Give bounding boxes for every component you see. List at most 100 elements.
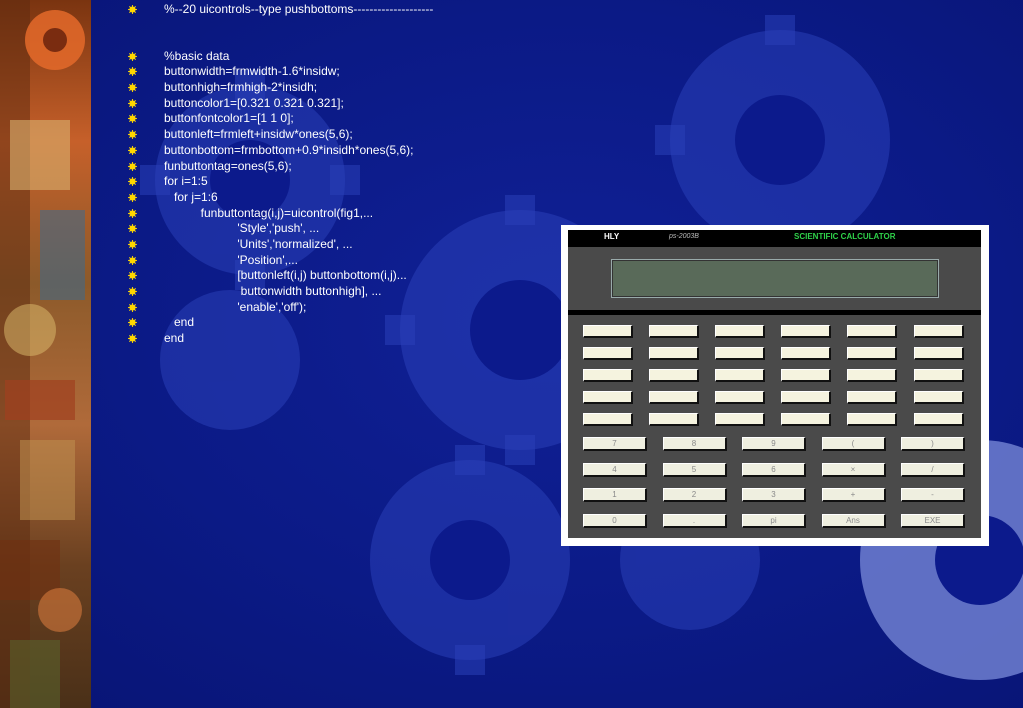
- bullet-star-icon: [128, 98, 137, 108]
- code-line-text: funbuttontag=ones(5,6);: [164, 158, 292, 173]
- number-key: 4: [583, 462, 647, 477]
- code-line: %basic data: [128, 49, 433, 65]
- code-line-text: end: [164, 315, 195, 330]
- bullet-star-icon: [128, 145, 137, 155]
- bullet-star-icon: [128, 83, 137, 92]
- calculator-header: HLY ps-2003B SCIENTIFIC CALCULATOR: [568, 230, 981, 310]
- function-key: [583, 391, 633, 404]
- decorative-collage-strip: [0, 0, 91, 708]
- function-key: [715, 391, 766, 404]
- code-line: for i=1:5: [128, 174, 433, 190]
- calculator-topbar: HLY ps-2003B SCIENTIFIC CALCULATOR: [568, 230, 981, 247]
- number-key: 2: [662, 488, 727, 502]
- code-line-text: 'Style','push', ...: [164, 221, 320, 236]
- code-line: 'enable','off');: [128, 300, 433, 316]
- code-line-text: funbuttontag(i,j)=uicontrol(fig1,...: [164, 205, 374, 220]
- number-key: 7: [583, 437, 647, 451]
- bullet-star-icon: [128, 271, 137, 281]
- code-line: buttoncolor1=[0.321 0.321 0.321];: [128, 96, 433, 112]
- number-key: ): [901, 437, 965, 451]
- calculator-display: [611, 259, 939, 298]
- code-line: [buttonleft(i,j) buttonbottom(i,j)...: [128, 268, 433, 284]
- function-key: [913, 369, 964, 382]
- code-line-text: 'Position',...: [164, 252, 298, 267]
- code-line: buttonwidth=frmwidth-1.6*insidw;: [128, 64, 433, 80]
- function-key: [913, 347, 964, 360]
- code-line: funbuttontag=ones(5,6);: [128, 159, 433, 175]
- code-bullet-list: %--20 uicontrols--type pushbottoms------…: [128, 2, 433, 347]
- bullet-star-icon: [128, 208, 137, 218]
- function-key: [847, 347, 898, 360]
- number-key: /: [901, 462, 965, 477]
- number-key: -: [901, 488, 965, 502]
- code-line-text: end: [164, 331, 185, 346]
- bullet-star-icon: [128, 318, 137, 328]
- function-key: [715, 369, 766, 382]
- bullet-star-icon: [128, 302, 137, 312]
- calculator-brand: HLY: [604, 232, 620, 241]
- number-key: +: [821, 488, 886, 502]
- function-key: [583, 325, 633, 338]
- number-key: EXE: [901, 513, 965, 528]
- number-key: 9: [742, 437, 806, 451]
- code-line: funbuttontag(i,j)=uicontrol(fig1,...: [128, 206, 433, 222]
- code-line: buttonfontcolor1=[1 1 0];: [128, 111, 433, 127]
- function-key: [913, 413, 964, 426]
- code-line-text: %basic data: [164, 48, 230, 63]
- bullet-star-icon: [128, 240, 137, 249]
- slide: %--20 uicontrols--type pushbottoms------…: [0, 0, 1023, 708]
- code-line: 'Style','push', ...: [128, 221, 433, 237]
- code-line: for j=1:6: [128, 190, 433, 206]
- bullet-star-icon: [128, 114, 137, 124]
- bullet-star-icon: [128, 130, 137, 140]
- code-line-text: for j=1:6: [164, 189, 218, 204]
- bullet-star-icon: [128, 51, 137, 61]
- function-key: [847, 413, 898, 426]
- number-key: 0: [583, 513, 647, 528]
- function-key: [781, 391, 832, 404]
- number-key: 3: [742, 488, 806, 502]
- number-key: 1: [583, 488, 647, 502]
- number-key: 8: [662, 437, 727, 451]
- code-line-text: 'enable','off');: [164, 299, 307, 314]
- bullet-star-icon: [128, 224, 137, 234]
- bullet-star-icon: [128, 255, 137, 265]
- function-key: [715, 325, 766, 338]
- calculator-keypad: 7 8 9 () 4 5 6 × / 1 2 3 + - 0. pi Ans EXE: [568, 315, 981, 538]
- function-key: [781, 413, 832, 426]
- code-line-text: buttonwidth=frmwidth-1.6*insidw;: [164, 64, 340, 79]
- number-key: (: [821, 437, 886, 451]
- function-key: [781, 325, 832, 338]
- function-key: [649, 391, 700, 404]
- code-line: buttonhigh=frmhigh-2*insidh;: [128, 80, 433, 96]
- function-key: [715, 413, 766, 426]
- calculator-body: HLY ps-2003B SCIENTIFIC CALCULATOR 7 8 9 ()…: [568, 230, 981, 538]
- calculator-title: SCIENTIFIC CALCULATOR: [794, 232, 896, 241]
- function-key: [913, 391, 964, 404]
- code-line-text: buttonleft=frmleft+insidw*ones(5,6);: [164, 127, 353, 142]
- bullet-star-icon: [128, 287, 137, 296]
- function-key: [583, 347, 633, 360]
- function-key: [649, 347, 700, 360]
- code-line: 'Position',...: [128, 253, 433, 269]
- code-line-text: for i=1:5: [164, 174, 208, 189]
- code-line-text: buttonbottom=frmbottom+0.9*insidh*ones(5…: [164, 142, 414, 157]
- code-line-text: buttonwidth buttonhigh], ...: [164, 284, 382, 298]
- bullet-star-icon: [128, 67, 137, 77]
- bullet-star-icon: [128, 161, 137, 171]
- code-line: %--20 uicontrols--type pushbottoms------…: [128, 2, 433, 18]
- function-key: [781, 369, 832, 382]
- function-key: [583, 369, 633, 382]
- function-key: [847, 369, 898, 382]
- bullet-star-icon: [128, 177, 137, 187]
- calculator-model: ps-2003B: [669, 233, 699, 240]
- function-key: [913, 325, 964, 338]
- function-key: [649, 413, 700, 426]
- function-key: [847, 391, 898, 404]
- code-line-text: 'Units','normalized', ...: [164, 236, 353, 251]
- code-line: buttonbottom=frmbottom+0.9*insidh*ones(5…: [128, 143, 433, 159]
- code-line: buttonleft=frmleft+insidw*ones(5,6);: [128, 127, 433, 143]
- code-line-text: buttoncolor1=[0.321 0.321 0.321];: [164, 95, 344, 110]
- bullet-star-icon: [128, 334, 137, 343]
- code-line-text: [buttonleft(i,j) buttonbottom(i,j)...: [164, 268, 407, 283]
